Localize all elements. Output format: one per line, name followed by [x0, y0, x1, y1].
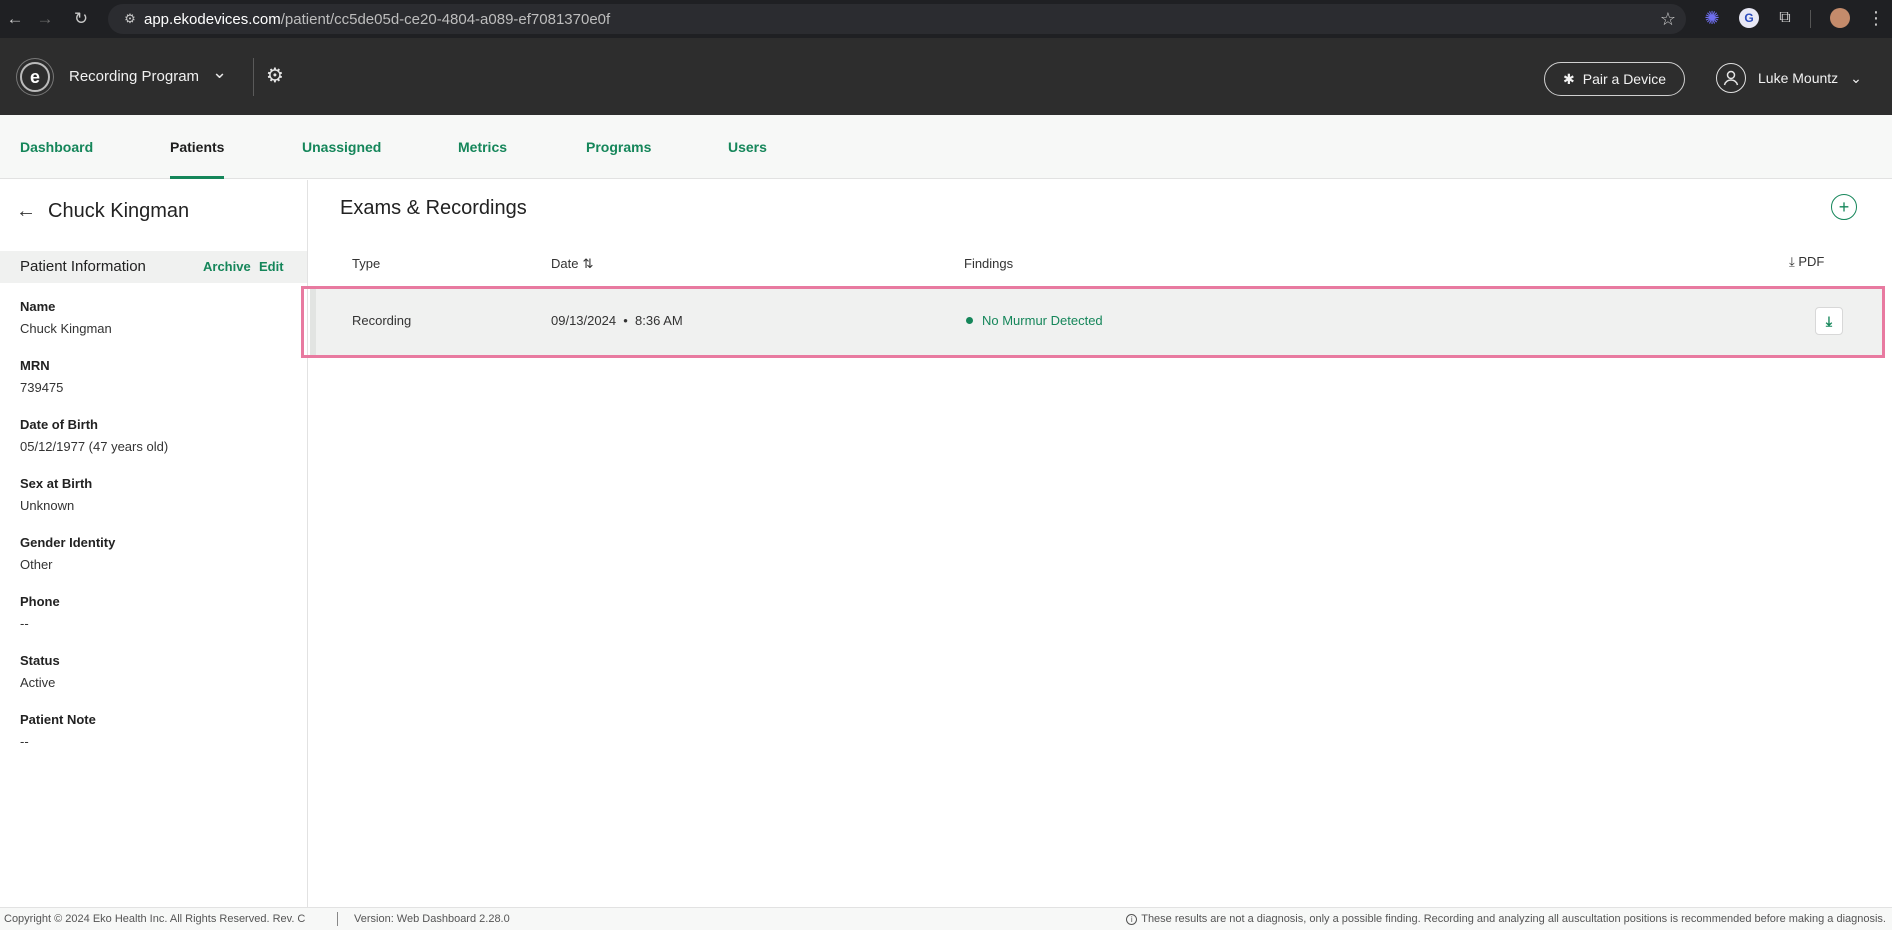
field-label: Status: [20, 653, 60, 668]
column-header-pdf: ⤓ PDF: [1789, 254, 1824, 270]
field-name: Name Chuck Kingman: [20, 299, 112, 336]
field-value: 739475: [20, 380, 64, 395]
footer: Copyright © 2024 Eko Health Inc. All Rig…: [0, 907, 1892, 930]
field-mrn: MRN 739475: [20, 358, 63, 395]
field-label: Gender Identity: [20, 535, 116, 550]
tab-users[interactable]: Users: [728, 115, 767, 179]
bookmark-star-icon[interactable]: ☆: [1660, 9, 1676, 30]
field-value: Other: [20, 557, 53, 572]
edit-link[interactable]: Edit: [259, 259, 284, 274]
field-value: --: [20, 734, 29, 749]
field-label: Sex at Birth: [20, 476, 93, 491]
field-sex-at-birth: Sex at Birth Unknown: [20, 476, 92, 513]
column-header-label: Date: [551, 256, 579, 271]
column-header-findings: Findings: [964, 256, 1014, 271]
disclaimer: i These results are not a diagnosis, onl…: [1126, 913, 1886, 925]
exams-panel: Exams & Recordings + Type Date ⇅ Findings…: [301, 180, 1892, 907]
column-header-label: PDF: [1798, 254, 1825, 269]
archive-link[interactable]: Archive: [203, 259, 251, 274]
extension-icon[interactable]: ✺: [1702, 8, 1722, 28]
field-value: Active: [20, 675, 56, 690]
patient-info-header: Patient Information Archive Edit: [0, 251, 307, 283]
app-header: e Recording Program ⌄ ⚙ ✱ Pair a Device …: [0, 38, 1892, 115]
user-avatar-icon: [1716, 63, 1746, 93]
field-status: Status Active: [20, 653, 60, 690]
field-label: Phone: [20, 594, 60, 609]
field-value: 05/12/1977 (47 years old): [20, 439, 169, 454]
tab-dashboard[interactable]: Dashboard: [20, 115, 93, 179]
tab-patients[interactable]: Patients: [170, 115, 225, 179]
info-icon: i: [1126, 913, 1138, 925]
forward-icon[interactable]: →: [30, 4, 60, 34]
tab-unassigned[interactable]: Unassigned: [302, 115, 381, 179]
sort-icon[interactable]: ⇅: [582, 256, 593, 271]
field-value: --: [20, 616, 29, 631]
main-nav-tabs: Dashboard Patients Unassigned Metrics Pr…: [0, 115, 1892, 179]
field-label: Date of Birth: [20, 417, 98, 432]
chevron-down-icon[interactable]: ⌄: [212, 62, 227, 83]
download-icon: ⤓: [1789, 254, 1795, 269]
field-gender-identity: Gender Identity Other: [20, 535, 115, 572]
column-header-type: Type: [352, 256, 381, 271]
profile-avatar[interactable]: [1830, 8, 1850, 28]
reload-icon[interactable]: ↻: [66, 4, 96, 34]
toolbar-divider: [1810, 10, 1811, 28]
copyright-text: Copyright © 2024 Eko Health Inc. All Rig…: [4, 913, 306, 925]
add-exam-button[interactable]: +: [1831, 194, 1857, 220]
bluetooth-icon: ✱: [1563, 70, 1575, 87]
row-highlight-frame: [301, 286, 1885, 358]
patient-header: ← Chuck Kingman: [16, 200, 189, 223]
extension-g-icon[interactable]: G: [1739, 8, 1759, 28]
browser-toolbar: ← → ↻ ⚙ app.ekodevices.com/patient/cc5de…: [0, 0, 1892, 38]
version-text: Version: Web Dashboard 2.28.0: [354, 913, 510, 925]
field-label: Patient Note: [20, 712, 96, 727]
patient-info-title: Patient Information: [20, 258, 146, 275]
field-phone: Phone --: [20, 594, 60, 631]
page-title: Chuck Kingman: [48, 200, 190, 222]
url-text: app.ekodevices.com/patient/cc5de05d-ce20…: [144, 11, 610, 28]
tab-metrics[interactable]: Metrics: [458, 115, 507, 179]
field-value: Chuck Kingman: [20, 321, 112, 336]
header-divider: [253, 58, 254, 96]
chevron-down-icon: ⌄: [1850, 69, 1862, 86]
tab-programs[interactable]: Programs: [586, 115, 651, 179]
pair-device-label: Pair a Device: [1582, 71, 1666, 87]
field-patient-note: Patient Note --: [20, 712, 96, 749]
back-icon[interactable]: ←: [0, 4, 30, 34]
footer-divider: [337, 912, 338, 926]
person-icon: [1723, 70, 1739, 86]
section-title: Exams & Recordings: [340, 197, 527, 219]
site-settings-icon[interactable]: ⚙: [116, 11, 144, 27]
field-label: MRN: [20, 358, 50, 373]
url-path: /patient/cc5de05d-ce20-4804-a089-ef70813…: [280, 10, 611, 28]
extensions-puzzle-icon[interactable]: ⧉: [1775, 8, 1795, 28]
field-label: Name: [20, 299, 56, 314]
disclaimer-text: These results are not a diagnosis, only …: [1141, 913, 1886, 925]
url-host: app.ekodevices.com: [144, 10, 281, 28]
user-name: Luke Mountz: [1758, 70, 1839, 86]
field-date-of-birth: Date of Birth 05/12/1977 (47 years old): [20, 417, 168, 454]
eko-logo-icon[interactable]: e: [20, 62, 50, 92]
field-value: Unknown: [20, 498, 75, 513]
browser-menu-icon[interactable]: ⋮: [1866, 8, 1886, 28]
program-selector-label[interactable]: Recording Program: [69, 68, 199, 85]
arrow-left-icon[interactable]: ←: [16, 200, 36, 223]
pair-device-button[interactable]: ✱ Pair a Device: [1544, 62, 1685, 96]
gear-icon[interactable]: ⚙: [264, 65, 286, 87]
patient-sidebar: ← Chuck Kingman Patient Information Arch…: [0, 180, 308, 907]
column-header-date[interactable]: Date ⇅: [551, 256, 593, 272]
address-bar[interactable]: ⚙ app.ekodevices.com/patient/cc5de05d-ce…: [108, 4, 1686, 34]
user-menu[interactable]: Luke Mountz ⌄: [1716, 62, 1862, 94]
